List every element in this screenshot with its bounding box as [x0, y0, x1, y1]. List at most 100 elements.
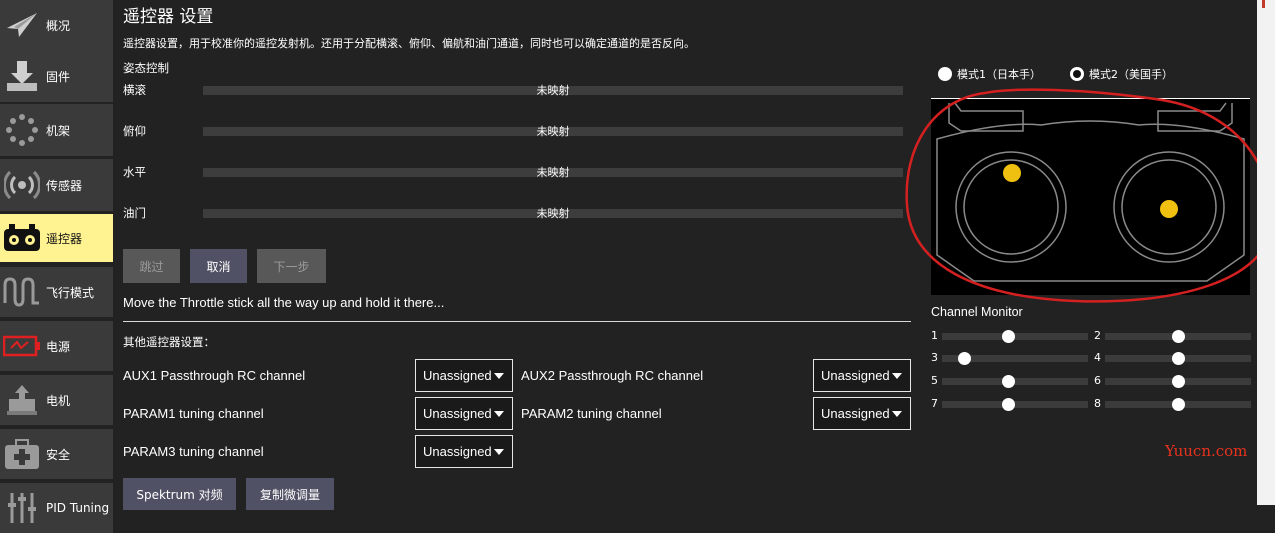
mode1-label: 模式1（日本手）: [957, 68, 1041, 81]
param3-tuning-label: PARAM3 tuning channel: [123, 444, 264, 459]
channel-value-indicator: [1172, 398, 1185, 411]
sidebar-item-label: 机架: [46, 123, 71, 138]
sidebar-item-label: 电源: [46, 339, 71, 354]
aux2-passthrough-select[interactable]: Unassigned: [813, 359, 911, 392]
sidebar-item-flight-modes[interactable]: 飞行模式: [0, 267, 113, 317]
chevron-down-icon: [494, 411, 504, 417]
sidebar-item-pid-tuning[interactable]: PID Tuning: [0, 483, 113, 533]
attitude-value: 未映射: [536, 84, 570, 97]
channel-value-indicator: [957, 352, 971, 365]
param2-tuning-select[interactable]: Unassigned: [813, 397, 911, 430]
channel-value-indicator: [1172, 330, 1185, 343]
param3-tuning-select[interactable]: Unassigned: [415, 435, 513, 468]
sidebar-item-label: 概况: [46, 18, 71, 33]
channel-number: 7: [931, 397, 938, 410]
channel-number: 4: [1094, 351, 1101, 364]
skip-button[interactable]: 跳过: [123, 249, 180, 283]
attitude-name: 水平: [123, 165, 146, 179]
spektrum-bind-button[interactable]: Spektrum 对频: [123, 478, 236, 510]
radio-setup-main: 遥控器 设置 遥控器设置，用于校准你的遥控发射机。还用于分配横滚、俯仰、偏航和油…: [123, 0, 913, 510]
channel-value-indicator: [1172, 375, 1185, 388]
radio-button: [1070, 67, 1084, 81]
radio-waves-icon: [2, 165, 42, 205]
param1-tuning-select[interactable]: Unassigned: [415, 397, 513, 430]
sidebar-item-label: PID Tuning: [46, 501, 110, 515]
divider: [123, 321, 911, 322]
annotation-circle: [905, 88, 1273, 303]
airframe-icon: [2, 110, 42, 150]
next-button[interactable]: 下一步: [257, 249, 326, 283]
sidebar-item-power[interactable]: 电源: [0, 321, 113, 371]
channel-value-indicator: [1001, 375, 1015, 388]
other-settings-label: 其他遥控器设置：: [123, 335, 215, 349]
sidebar-item-motors[interactable]: 电机: [0, 375, 113, 425]
sidebar-item-label: 遥控器: [46, 231, 83, 246]
mode2-label: 模式2（美国手）: [1089, 68, 1173, 81]
chevron-down-icon: [892, 411, 902, 417]
sidebar-item-label: 固件: [46, 69, 71, 84]
attitude-row-yaw: 水平 未映射: [123, 164, 903, 180]
channel-value-indicator: [1172, 352, 1185, 365]
sidebar: 概况 固件 机架 传感器 遥控器 飞行模式 电源 电机 安全 PID Tunin…: [0, 0, 113, 533]
channel-value-indicator: [1001, 330, 1015, 343]
battery-icon: [2, 326, 42, 366]
attitude-section-label: 姿态控制: [123, 61, 169, 75]
attitude-value: 未映射: [536, 125, 570, 138]
channel-number: 8: [1094, 397, 1101, 410]
page-description: 遥控器设置，用于校准你的遥控发射机。还用于分配横滚、俯仰、偏航和油门通道，同时也…: [123, 37, 695, 50]
calibration-instruction: Move the Throttle stick all the way up a…: [123, 295, 445, 310]
param1-tuning-label: PARAM1 tuning channel: [123, 406, 264, 421]
channel-number: 5: [931, 374, 938, 387]
channel-number: 2: [1094, 329, 1101, 342]
select-value: Unassigned: [821, 368, 890, 383]
attitude-name: 油门: [123, 206, 146, 220]
sidebar-item-label: 电机: [46, 393, 71, 408]
aux1-passthrough-label: AUX1 Passthrough RC channel: [123, 368, 306, 383]
mode1-radio[interactable]: 模式1（日本手）: [938, 66, 1041, 82]
channel-track: [942, 401, 1088, 408]
channel-number: 1: [931, 329, 938, 342]
chevron-down-icon: [494, 449, 504, 455]
cancel-button[interactable]: 取消: [190, 249, 247, 283]
channel-value-indicator: [1001, 398, 1015, 411]
select-value: Unassigned: [423, 368, 492, 383]
select-value: Unassigned: [423, 444, 492, 459]
motor-icon: [2, 380, 42, 420]
channel-track: [942, 333, 1088, 340]
sidebar-item-label: 飞行模式: [46, 285, 95, 300]
mode2-radio[interactable]: 模式2（美国手）: [1070, 66, 1173, 82]
sidebar-item-sensors[interactable]: 传感器: [0, 159, 113, 211]
attitude-value: 未映射: [536, 207, 570, 220]
sidebar-item-firmware[interactable]: 固件: [0, 50, 113, 102]
wave-icon: [2, 272, 42, 312]
channel-track: [942, 378, 1088, 385]
aux1-passthrough-select[interactable]: Unassigned: [415, 359, 513, 392]
param2-tuning-label: PARAM2 tuning channel: [521, 406, 662, 421]
sidebar-item-airframe[interactable]: 机架: [0, 104, 113, 156]
sidebar-item-label: 安全: [46, 447, 71, 462]
attitude-name: 横滚: [123, 83, 146, 97]
copy-trims-button[interactable]: 复制微调量: [246, 478, 334, 510]
channel-number: 3: [931, 351, 938, 364]
download-icon: [2, 56, 42, 96]
watermark-text: Yuucn.com: [1165, 442, 1248, 460]
first-aid-icon: [2, 434, 42, 474]
attitude-row-roll: 横滚 未映射: [123, 82, 903, 98]
attitude-value: 未映射: [536, 166, 570, 179]
scrollbar[interactable]: [1257, 0, 1275, 505]
radio-button: [938, 67, 952, 81]
sidebar-item-label: 传感器: [46, 178, 83, 193]
scrollbar-thumb[interactable]: [1262, 0, 1265, 8]
chevron-down-icon: [892, 373, 902, 379]
sidebar-item-radio[interactable]: 遥控器: [0, 214, 113, 262]
attitude-row-throttle: 油门 未映射: [123, 205, 903, 221]
sliders-icon: [2, 488, 42, 528]
attitude-name: 俯仰: [123, 124, 146, 138]
sidebar-item-summary[interactable]: 概况: [0, 0, 113, 50]
rc-transmitter-icon: [2, 218, 42, 258]
sidebar-item-safety[interactable]: 安全: [0, 429, 113, 479]
select-value: Unassigned: [423, 406, 492, 421]
paper-plane-icon: [2, 5, 42, 45]
chevron-down-icon: [494, 373, 504, 379]
page-title: 遥控器 设置: [123, 7, 214, 27]
